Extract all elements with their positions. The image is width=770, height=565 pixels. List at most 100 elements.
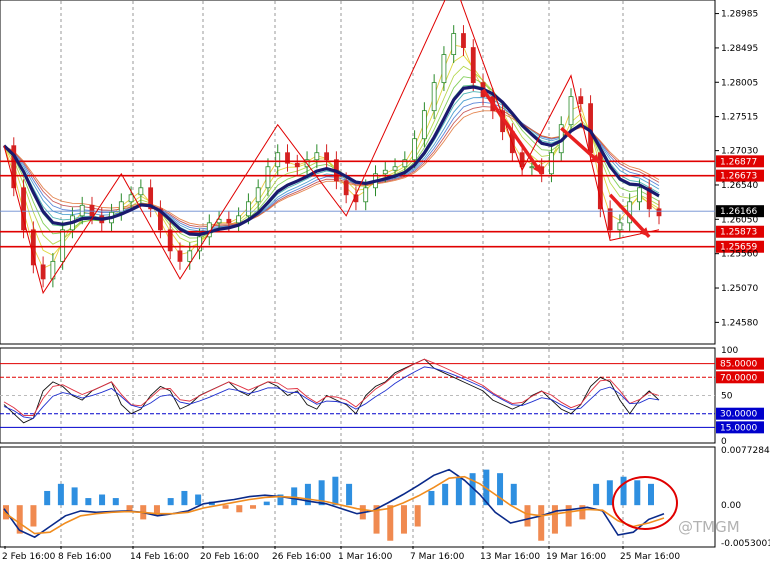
candle-body	[255, 187, 261, 203]
macd-histogram-bar	[71, 487, 78, 506]
candle-body	[187, 250, 193, 262]
candle-body	[529, 166, 535, 169]
osc-axis-label: 50	[721, 392, 733, 402]
macd-histogram-bar	[400, 505, 407, 534]
x-axis-label: 2 Feb 16:00	[2, 552, 56, 562]
candle-body	[656, 208, 662, 217]
macd-histogram-bar	[551, 505, 558, 534]
price-axis-label: 1.28005	[721, 78, 758, 88]
candle-body	[470, 47, 476, 84]
macd-histogram-bar	[250, 505, 257, 509]
candle-body	[128, 194, 134, 203]
macd-histogram-bar	[648, 483, 654, 506]
macd-histogram-bar	[593, 483, 600, 506]
macd-histogram-bar	[455, 476, 462, 506]
osc-axis-label: 100	[721, 346, 738, 356]
candle-body	[578, 96, 584, 105]
candle-body	[265, 166, 271, 189]
macd-histogram-bar	[565, 505, 572, 527]
price-axis-label: 1.28495	[721, 44, 758, 54]
price-axis-label: 1.25560	[721, 250, 758, 260]
macd-histogram-bar	[524, 505, 531, 527]
candle-body	[451, 33, 457, 55]
x-axis-label: 19 Mar 16:00	[546, 552, 606, 562]
candle-body	[617, 222, 623, 231]
candle-body	[324, 152, 330, 161]
macd-histogram-bar	[442, 483, 449, 506]
macd-axis-label: 0.0077284	[721, 446, 770, 456]
macd-histogram-bar	[99, 494, 106, 506]
candle-body	[382, 169, 388, 175]
macd-histogram-bar	[181, 490, 188, 506]
macd-axis-label: 0.00	[721, 501, 741, 511]
macd-axis-label: -0.0053001	[721, 539, 770, 549]
candle-body	[236, 215, 242, 224]
macd-histogram-bar	[167, 498, 174, 506]
candle-body	[343, 180, 349, 196]
osc-level-label: 15.0000	[720, 423, 757, 433]
macd-histogram-bar	[510, 483, 517, 506]
macd-histogram-bar	[85, 498, 92, 506]
macd-histogram-bar	[634, 480, 641, 506]
trading-chart[interactable]: 1.268771.266731.261661.258731.25659 1008…	[0, 0, 770, 565]
macd-histogram-bar	[497, 473, 504, 506]
candle-body	[412, 138, 417, 161]
candle-body	[607, 208, 613, 231]
candle-body	[441, 54, 447, 84]
price-panel[interactable]	[0, 0, 716, 345]
x-axis-label: 25 Mar 16:00	[620, 552, 680, 562]
price-axis-label: 1.25070	[721, 284, 758, 294]
macd-histogram-bar	[346, 483, 353, 506]
macd-histogram-bar	[263, 501, 270, 506]
candle-body	[40, 264, 46, 280]
x-axis-label: 26 Feb 16:00	[272, 552, 331, 562]
osc-level-label: 30.0000	[720, 410, 757, 420]
candle-body	[519, 152, 525, 168]
candle-body	[568, 96, 574, 126]
macd-histogram-bar	[620, 476, 627, 506]
macd-histogram-bar	[332, 476, 339, 506]
price-level-label: 1.25873	[720, 228, 757, 238]
macd-histogram-bar	[30, 505, 37, 527]
macd-histogram-bar	[387, 505, 394, 541]
candle-body	[138, 187, 144, 196]
candle-body	[588, 103, 593, 154]
candle-body	[89, 204, 95, 217]
macd-histogram-bar	[236, 505, 243, 513]
macd-histogram-bar	[538, 505, 545, 541]
price-axis-label: 1.26050	[721, 215, 758, 225]
candle-body	[363, 187, 369, 203]
candle-body	[421, 110, 427, 140]
watermark: @TMGM	[678, 518, 740, 536]
candle-body	[118, 201, 124, 213]
price-level-label: 1.26877	[720, 157, 757, 167]
candle-body	[246, 201, 251, 217]
candle-body	[314, 152, 320, 161]
macd-histogram-bar	[606, 480, 613, 506]
candle-body	[549, 152, 554, 175]
price-axis-label: 1.28985	[721, 10, 758, 20]
candle-body	[177, 250, 183, 262]
x-axis-label: 8 Feb 16:00	[58, 552, 112, 562]
candle-body	[226, 218, 232, 224]
macd-histogram-bar	[428, 490, 435, 506]
candle-body	[79, 204, 85, 217]
macd-histogram-bar	[57, 483, 64, 506]
candle-body	[294, 162, 300, 168]
candle-body	[275, 152, 281, 168]
macd-histogram-bar	[195, 494, 202, 506]
osc-level-label: 70.0000	[720, 373, 757, 383]
candle-body	[167, 229, 173, 252]
price-axis-label: 1.27030	[721, 147, 758, 157]
price-axis-label: 1.26540	[721, 181, 758, 191]
macd-histogram-bar	[414, 505, 421, 527]
candle-body	[461, 33, 466, 48]
osc-level-label: 85.0000	[720, 360, 757, 370]
candle-body	[392, 166, 398, 171]
price-axis-label: 1.27515	[721, 113, 758, 123]
x-axis-label: 1 Mar 16:00	[338, 552, 393, 562]
macd-histogram-bar	[222, 505, 229, 509]
candle-body	[431, 82, 437, 112]
x-axis-label: 20 Feb 16:00	[200, 552, 259, 562]
x-axis-label: 13 Mar 16:00	[480, 552, 540, 562]
